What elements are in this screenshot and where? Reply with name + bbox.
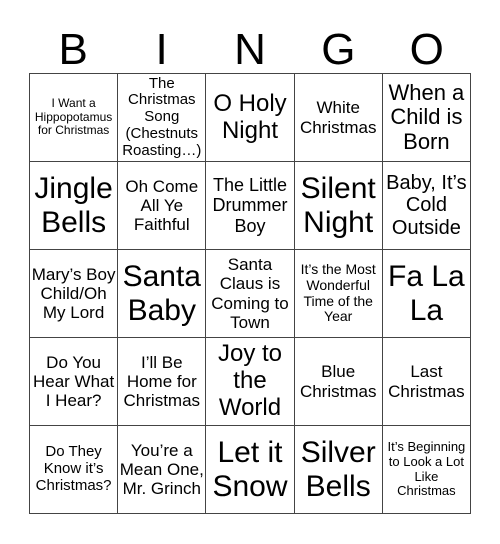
bingo-cell-r5-c5[interactable]: It’s Beginning to Look a Lot Like Christ… (382, 426, 471, 514)
bingo-cell-r5-c3[interactable]: Let it Snow (206, 426, 295, 514)
bingo-cell-r5-c4[interactable]: Silver Bells (294, 426, 383, 514)
header-letter-b: B (58, 25, 88, 74)
bingo-cell-r4-c4[interactable]: Blue Christmas (294, 338, 383, 426)
bingo-cell-r4-c3[interactable]: Joy to the World (206, 338, 295, 426)
cell-text: Mary’s Boy Child/Oh My Lord (31, 264, 116, 323)
bingo-cell-r4-c5[interactable]: Last Christmas (382, 338, 471, 426)
header-letter-g: G (321, 25, 356, 74)
header-letter-n: N (234, 25, 266, 74)
cell-text: Silver Bells (300, 435, 376, 503)
cell-text: White Christmas (299, 98, 377, 137)
cell-text: I Want a Hippopotamus for Christmas (34, 96, 113, 138)
bingo-cell-r1-c3[interactable]: O Holy Night (206, 74, 295, 162)
bingo-cell-r1-c4[interactable]: White Christmas (294, 74, 383, 162)
cell-text: Santa Claus is Coming to Town (211, 255, 289, 332)
bingo-cell-r5-c1[interactable]: Do They Know it’s Christmas? (30, 426, 119, 514)
bingo-cell-r4-c2[interactable]: I’ll Be Home for Christmas (118, 338, 207, 426)
bingo-cell-r3-c4[interactable]: It’s the Most Wonderful Time of the Year (294, 250, 383, 338)
cell-text: Santa Baby (122, 259, 201, 327)
cell-text: O Holy Night (213, 89, 287, 144)
bingo-cell-r3-c1[interactable]: Mary’s Boy Child/Oh My Lord (30, 250, 119, 338)
bingo-cell-r4-c1[interactable]: Do You Hear What I Hear? (30, 338, 119, 426)
cell-text: Do You Hear What I Hear? (32, 352, 115, 411)
bingo-cell-r3-c5[interactable]: Fa La La (382, 250, 471, 338)
bingo-cell-r1-c5[interactable]: When a Child is Born (382, 74, 471, 162)
cell-text: It’s the Most Wonderful Time of the Year (300, 261, 376, 325)
cell-text: You’re a Mean One, Mr. Grinch (119, 440, 204, 499)
cell-text: Let it Snow (212, 435, 288, 503)
cell-text: Joy to the World (217, 340, 282, 421)
bingo-cell-r1-c1[interactable]: I Want a Hippopotamus for Christmas (30, 74, 119, 162)
header-letter-o: O (409, 25, 444, 74)
cell-text: Jingle Bells (34, 171, 113, 239)
cell-text: Fa La La (388, 259, 465, 327)
cell-text: The Little Drummer Boy (212, 175, 288, 236)
cell-text: When a Child is Born (388, 79, 465, 154)
cell-text: The Christmas Song (Chestnuts Roasting…) (122, 74, 202, 159)
header-letter-i: I (155, 25, 168, 74)
bingo-cell-r2-c1[interactable]: Jingle Bells (30, 162, 119, 250)
bingo-cell-r1-c2[interactable]: The Christmas Song (Chestnuts Roasting…) (118, 74, 207, 162)
cell-text: Oh Come All Ye Faithful (125, 176, 199, 235)
bingo-cell-r2-c3[interactable]: The Little Drummer Boy (206, 162, 295, 250)
cell-text: It’s Beginning to Look a Lot Like Christ… (387, 439, 466, 499)
cell-text: Silent Night (300, 171, 376, 239)
bingo-board: I Want a Hippopotamus for Christmas The … (29, 73, 471, 514)
cell-text: Blue Christmas (299, 362, 377, 401)
cell-text: Last Christmas (388, 362, 465, 401)
bingo-cell-r3-c2[interactable]: Santa Baby (118, 250, 207, 338)
cell-text: I’ll Be Home for Christmas (123, 352, 201, 411)
bingo-cell-r2-c5[interactable]: Baby, It’s Cold Outside (382, 162, 471, 250)
cell-text: Do They Know it’s Christmas? (35, 443, 112, 494)
bingo-cell-r3-c3[interactable]: Santa Claus is Coming to Town (206, 250, 295, 338)
cell-text: Baby, It’s Cold Outside (386, 171, 467, 239)
bingo-header: B I N G O (29, 27, 471, 73)
bingo-cell-r2-c4[interactable]: Silent Night (294, 162, 383, 250)
bingo-cell-r5-c2[interactable]: You’re a Mean One, Mr. Grinch (118, 426, 207, 514)
bingo-cell-r2-c2[interactable]: Oh Come All Ye Faithful (118, 162, 207, 250)
